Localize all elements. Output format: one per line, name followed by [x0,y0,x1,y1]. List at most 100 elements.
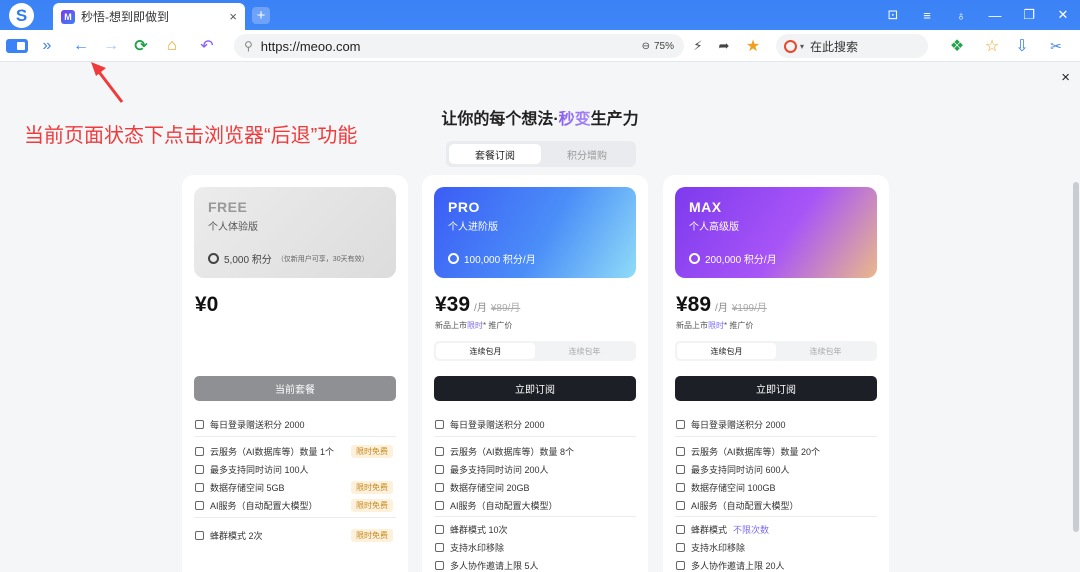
credit-coin-icon [448,253,459,264]
billing-monthly[interactable]: 连续包月 [436,343,535,359]
address-bar[interactable]: ⚲ https://meoo.com ⊖ 75% [234,34,684,58]
window-controls: ⊡ ≡ ♁ — ❐ ✕ [876,0,1080,30]
limited-free-badge: 限时免费 [351,481,393,494]
feature-item: 最多支持同时访问 200人 [435,463,635,476]
restore-button[interactable]: ❐ [1012,7,1046,23]
feature-item: 蜂群模式 2次 限时免费 [195,529,395,542]
billing-switch: 连续包月 连续包年 [675,341,877,361]
feature-item: AI服务（自动配置大模型） [676,499,876,512]
forward-icon[interactable]: → [102,36,120,56]
new-tab-button[interactable]: + [252,7,270,24]
search-placeholder: 在此搜索 [810,39,859,54]
swarm-icon [435,525,444,534]
extension-icon[interactable]: ❖ [948,36,966,56]
feature-item: 云服务（AI数据库等）数量 8个 [435,445,635,458]
promo-note: 新品上市限时* 推广价 [435,321,513,330]
tab-title: 秒悟-想到即做到 [81,10,169,24]
plan-hero-max: MAX 个人高级版 200,000 积分/月 [675,187,877,278]
plan-hero-free: FREE 个人体验版 5,000 积分 （仅新用户可享，30天有效） [194,187,396,278]
skin-icon[interactable]: ♁ [944,8,978,23]
tab-credits-addon[interactable]: 积分增购 [541,144,633,164]
gift-icon [195,420,204,429]
download-icon[interactable]: ⇩ [1013,36,1031,56]
browser-tab-bar: S M 秒悟-想到即做到 × + ⊡ ≡ ♁ — ❐ ✕ [0,0,1080,30]
feature-item: 支持水印移除 [435,541,635,554]
subscribe-button[interactable]: 立即订阅 [675,376,877,401]
feature-item: 蜂群模式 10次 [435,523,635,536]
window-close-button[interactable]: ✕ [1046,7,1080,23]
more-icon[interactable]: » [38,36,56,56]
plan-subtitle: 个人进阶版 [448,222,498,233]
billing-yearly[interactable]: 连续包年 [535,343,634,359]
feature-item: 最多支持同时访问 100人 [195,463,395,476]
plan-card-max: MAX 个人高级版 200,000 积分/月 ¥89 /月 ¥199/月 新品上… [663,175,889,572]
watermark-off-icon [676,543,685,552]
chevron-down-icon[interactable]: ▾ [800,42,804,51]
watermark-off-icon [435,543,444,552]
plan-price: ¥0 [195,293,219,316]
users-icon [676,465,685,474]
browser-logo-icon[interactable]: S [9,3,34,28]
zoom-indicator[interactable]: ⊖ 75% [642,41,674,52]
feature-item: 最多支持同时访问 600人 [676,463,876,476]
storage-icon [435,483,444,492]
plan-name: FREE [208,199,248,215]
billing-yearly[interactable]: 连续包年 [776,343,875,359]
divider [194,436,396,437]
feature-item: 数据存储空间 20GB [435,481,635,494]
page-content: × 当前页面状态下点击浏览器“后退”功能 让你的每个想法·秒变生产力 套餐订阅 … [0,62,1080,572]
ai-sparkle-icon [676,501,685,510]
plan-type-switch: 套餐订阅 积分增购 [446,141,636,167]
favorite-star-icon[interactable]: ★ [745,36,761,56]
home-icon[interactable]: ⌂ [163,36,181,56]
plan-credits: 200,000 积分/月 [689,251,777,266]
subscribe-button[interactable]: 立即订阅 [434,376,636,401]
refresh-icon[interactable]: ⟳ [132,36,150,56]
feature-item: 蜂群模式 不限次数 [676,523,876,536]
bookmark-star-icon[interactable]: ☆ [983,36,1001,56]
tab-close-icon[interactable]: × [229,9,237,24]
sidebar-toggle-icon[interactable] [6,39,28,53]
plan-subtitle: 个人体验版 [208,222,258,233]
minimize-button[interactable]: — [978,8,1012,23]
plan-price: ¥89 /月 ¥199/月 [676,293,767,316]
feature-item: 云服务（AI数据库等）数量 20个 [676,445,876,458]
gift-icon [676,420,685,429]
database-icon [676,447,685,456]
undo-icon[interactable]: ↶ [195,36,219,56]
plan-name: PRO [448,199,480,215]
feature-item: AI服务（自动配置大模型） [435,499,635,512]
users-icon [195,465,204,474]
ai-sparkle-icon [435,501,444,510]
page-close-icon[interactable]: × [1061,69,1070,86]
gift-icon [435,420,444,429]
lightning-icon[interactable]: ⚡ [690,36,706,56]
feature-item: 云服务（AI数据库等）数量 1个 限时免费 [195,445,395,458]
url-text[interactable]: https://meoo.com [261,39,642,54]
menu-icon[interactable]: ≡ [910,8,944,23]
billing-switch: 连续包月 连续包年 [434,341,636,361]
feature-item: 多人协作邀请上限 20人 [676,559,876,572]
divider [675,436,877,437]
tab-list-icon[interactable]: ⊡ [876,7,910,23]
share-icon[interactable]: ➦ [716,36,732,56]
storage-icon [195,483,204,492]
plan-subtitle: 个人高级版 [689,222,739,233]
billing-monthly[interactable]: 连续包月 [677,343,776,359]
search-box[interactable]: ▾ 在此搜索 [776,34,928,58]
feature-item: AI服务（自动配置大模型） 限时免费 [195,499,395,512]
ai-sparkle-icon [195,501,204,510]
tab-subscription[interactable]: 套餐订阅 [449,144,541,164]
current-plan-button[interactable]: 当前套餐 [194,376,396,401]
limited-free-badge: 限时免费 [351,529,393,542]
feature-item: 数据存储空间 100GB [676,481,876,494]
sogou-icon[interactable] [784,39,797,53]
limited-free-badge: 限时免费 [351,445,393,458]
credit-coin-icon [208,253,219,264]
browser-tab-active[interactable]: M 秒悟-想到即做到 × [53,3,245,30]
scrollbar[interactable] [1073,182,1079,532]
credit-coin-icon [689,253,700,264]
back-icon[interactable]: ← [72,36,90,56]
scissors-icon[interactable]: ✂ [1044,36,1068,56]
feature-item: 每日登录赠送积分 2000 [676,418,876,431]
